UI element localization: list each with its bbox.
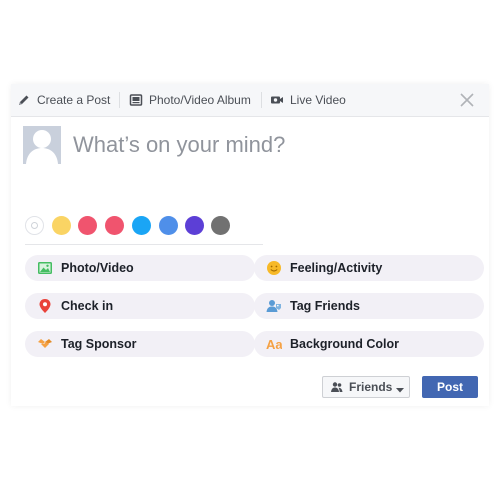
tab-create-post-label: Create a Post (37, 93, 111, 107)
smiley-icon (266, 260, 282, 276)
tab-live-video[interactable]: Live Video (270, 92, 346, 108)
tag-friends-button[interactable]: Tag Friends (254, 293, 484, 319)
caret-down-icon (396, 383, 405, 393)
color-swatch-white[interactable] (25, 216, 44, 235)
check-in-label: Check in (61, 299, 114, 313)
photo-video-label: Photo/Video (61, 261, 134, 275)
video-camera-icon (270, 93, 284, 107)
background-color-label: Background Color (290, 337, 400, 351)
svg-text:Aa: Aa (266, 337, 282, 352)
feeling-activity-button[interactable]: Feeling/Activity (254, 255, 484, 281)
audience-label: Friends (349, 380, 393, 394)
text-aa-icon: Aa (266, 336, 283, 352)
composer-tab-bar: Create a Post Photo/Video Album Live Vid… (11, 84, 489, 117)
color-swatch-pink[interactable] (78, 216, 97, 235)
background-color-button[interactable]: Aa Background Color (254, 331, 484, 357)
handshake-icon (37, 336, 53, 352)
color-swatch-blue[interactable] (159, 216, 178, 235)
tab-separator (119, 92, 120, 108)
tab-separator (261, 92, 262, 108)
check-in-button[interactable]: Check in (25, 293, 255, 319)
tag-sponsor-label: Tag Sponsor (61, 337, 137, 351)
feeling-activity-label: Feeling/Activity (290, 261, 383, 275)
post-button[interactable]: Post (422, 376, 478, 398)
tag-sponsor-button[interactable]: Tag Sponsor (25, 331, 255, 357)
color-swatch-red[interactable] (105, 216, 124, 235)
location-pin-icon (37, 298, 53, 314)
photo-video-button[interactable]: Photo/Video (25, 255, 255, 281)
divider (25, 244, 263, 245)
tab-photo-video-album-label: Photo/Video Album (149, 93, 251, 107)
tab-live-video-label: Live Video (290, 93, 346, 107)
audience-selector[interactable]: Friends (322, 376, 410, 398)
close-icon[interactable] (459, 92, 475, 108)
tab-create-post[interactable]: Create a Post (17, 92, 110, 108)
color-swatch-yellow[interactable] (52, 216, 71, 235)
pencil-icon (17, 93, 31, 107)
avatar (23, 126, 61, 164)
photo-icon (37, 260, 53, 276)
post-text-input[interactable]: What’s on your mind? (73, 132, 285, 158)
tag-friends-icon (266, 298, 282, 314)
tab-photo-video-album[interactable]: Photo/Video Album (129, 92, 251, 108)
friends-icon (331, 381, 343, 393)
color-swatch-sky-blue[interactable] (132, 216, 151, 235)
color-swatch-purple[interactable] (185, 216, 204, 235)
create-post-composer: Create a Post Photo/Video Album Live Vid… (11, 84, 489, 406)
color-swatch-gray[interactable] (211, 216, 230, 235)
album-icon (129, 93, 143, 107)
tag-friends-label: Tag Friends (290, 299, 360, 313)
